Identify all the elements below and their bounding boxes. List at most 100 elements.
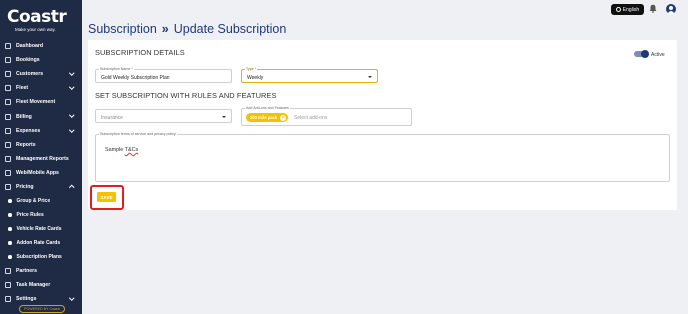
sidebar-subitem-label: Subscription Plans: [16, 254, 62, 261]
brand-tagline: Make your own way.: [15, 27, 56, 32]
partners-icon: [5, 268, 11, 275]
sidebar-nav: Dashboard Bookings Customers Fleet Fleet…: [0, 39, 82, 306]
bell-icon[interactable]: [649, 4, 657, 13]
language-button[interactable]: English: [611, 4, 644, 15]
breadcrumb-current: Update Subscription: [173, 22, 287, 36]
sidebar-item-label: Reports: [16, 141, 36, 148]
breadcrumb-separator: »: [161, 22, 169, 36]
breadcrumb-parent[interactable]: Subscription: [88, 22, 157, 36]
sidebar-subitem-addon-rate-cards[interactable]: Addon Rate Cards: [0, 236, 82, 250]
sidebar-subitem-group-price[interactable]: Group & Price: [0, 194, 82, 208]
sidebar-item-label: Task Manager: [16, 282, 51, 289]
addon-chip-label: 200 mile pack: [250, 115, 278, 120]
terms-value-text: Sample: [105, 147, 125, 153]
brand-logo[interactable]: Coastr Make your own way.: [7, 8, 77, 32]
subscription-name-label: Subscription Name *: [99, 67, 134, 71]
sidebar: Coastr Make your own way. Dashboard Book…: [0, 0, 82, 314]
sidebar-subitem-price-rules[interactable]: Price Rules: [0, 208, 82, 222]
sidebar-item-label: Bookings: [16, 57, 40, 64]
terms-textarea[interactable]: Subscription terms of service and privac…: [95, 132, 670, 182]
dashboard-icon: [5, 43, 11, 50]
brand-name: Coastr: [7, 7, 67, 27]
insurance-select[interactable]: Insurance: [95, 109, 232, 123]
sidebar-item-label: Web/Mobile Apps: [16, 169, 59, 176]
billing-icon: [5, 113, 11, 120]
sidebar-item-customers[interactable]: Customers: [0, 67, 82, 81]
sidebar-subitem-label: Addon Rate Cards: [16, 240, 61, 247]
sidebar-item-label: Settings: [16, 296, 37, 303]
reports-icon: [5, 141, 11, 148]
sidebar-item-billing[interactable]: Billing: [0, 109, 82, 123]
sidebar-item-label: Partners: [16, 268, 38, 275]
language-label: English: [622, 6, 640, 13]
caret-down-icon: [368, 76, 372, 78]
sidebar-item-label: Management Reports: [16, 155, 69, 162]
terms-label: Subscription terms of service and privac…: [99, 132, 177, 136]
sidebar-item-web-mobile-apps[interactable]: Web/Mobile Apps: [0, 166, 82, 180]
sidebar-item-dashboard[interactable]: Dashboard: [0, 39, 82, 53]
terms-value: Sample T&Cs: [105, 147, 138, 153]
addon-chip[interactable]: 200 mile pack ×: [246, 113, 289, 122]
expenses-icon: [5, 127, 11, 134]
subscription-form-card: SUBSCRIPTION DETAILS Active Subscription…: [88, 40, 677, 210]
sidebar-subitem-label: Vehicle Rate Cards: [16, 226, 62, 233]
user-avatar-icon[interactable]: [666, 4, 676, 14]
subscription-name-value: Gold Weekly Subscription Plan: [101, 75, 170, 81]
sidebar-item-bookings[interactable]: Bookings: [0, 53, 82, 67]
save-button[interactable]: SAVE: [97, 192, 116, 202]
gear-icon: [5, 296, 11, 303]
sidebar-item-reports[interactable]: Reports: [0, 138, 82, 152]
page-title: Subscription » Update Subscription: [88, 22, 286, 36]
caret-down-icon: [222, 116, 226, 118]
sidebar-item-expenses[interactable]: Expenses: [0, 124, 82, 138]
type-label: Type *: [245, 67, 258, 71]
powered-by-badge: POWERED BY Coastr: [19, 305, 65, 313]
chevron-down-icon: [68, 126, 74, 132]
subscription-name-field[interactable]: Subscription Name * Gold Weekly Subscrip…: [95, 67, 232, 83]
price-tag-icon: [5, 183, 11, 190]
bullet-icon: [8, 213, 12, 217]
toggle-knob: [641, 49, 649, 58]
chevron-down-icon: [68, 295, 74, 301]
close-icon[interactable]: ×: [280, 114, 287, 121]
sidebar-item-fleet[interactable]: Fleet: [0, 81, 82, 95]
customers-icon: [5, 71, 11, 78]
bullet-icon: [8, 227, 12, 231]
car-icon: [5, 85, 11, 92]
active-toggle[interactable]: [634, 49, 649, 58]
addons-select[interactable]: Add Add-ons and Features 200 mile pack ×…: [241, 106, 412, 126]
sidebar-item-fleet-movement[interactable]: Fleet Movement: [0, 95, 82, 109]
type-select[interactable]: Type * Weekly: [241, 67, 378, 83]
sidebar-item-pricing[interactable]: Pricing: [0, 180, 82, 194]
sidebar-item-label: Pricing: [16, 183, 34, 190]
sidebar-item-label: Fleet Movement: [16, 99, 56, 106]
apps-icon: [5, 169, 11, 176]
bullet-icon: [8, 241, 12, 245]
sidebar-item-task-manager[interactable]: Task Manager: [0, 278, 82, 292]
terms-value-word: T&Cs: [124, 147, 139, 153]
sidebar-item-management-reports[interactable]: Management Reports: [0, 152, 82, 166]
sidebar-subitem-subscription-plans[interactable]: Subscription Plans: [0, 250, 82, 264]
active-label: Active: [651, 52, 665, 58]
chevron-down-icon: [68, 112, 74, 118]
management-reports-icon: [5, 155, 11, 162]
subscription-details-title: SUBSCRIPTION DETAILS: [95, 48, 185, 57]
sidebar-item-label: Dashboard: [16, 43, 44, 50]
sidebar-subitem-label: Group & Price: [16, 198, 51, 205]
chevron-down-icon: [68, 84, 74, 90]
top-bar: [82, 0, 688, 18]
addons-label: Add Add-ons and Features: [245, 106, 290, 110]
sidebar-item-partners[interactable]: Partners: [0, 264, 82, 278]
sidebar-item-label: Customers: [16, 71, 44, 78]
task-manager-icon: [5, 282, 11, 289]
sidebar-subitem-vehicle-rate-cards[interactable]: Vehicle Rate Cards: [0, 222, 82, 236]
sidebar-item-label: Expenses: [16, 127, 41, 134]
type-value: Weekly: [247, 75, 264, 81]
addons-placeholder: Select add-ons: [294, 115, 328, 121]
sidebar-subitem-label: Price Rules: [16, 212, 44, 219]
fleet-movement-icon: [5, 99, 11, 106]
chevron-down-icon: [68, 70, 74, 76]
chevron-up-icon: [68, 185, 74, 191]
sidebar-item-label: Fleet: [16, 85, 29, 92]
save-button-highlight: SAVE: [90, 185, 124, 210]
